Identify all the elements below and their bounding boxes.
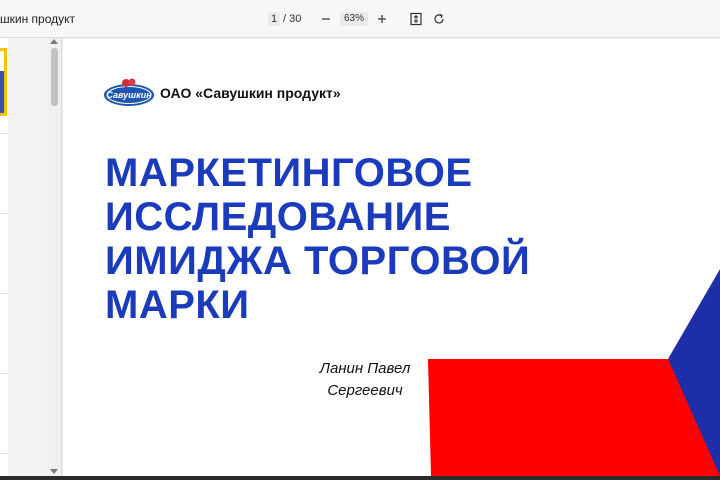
rotate-button[interactable]: [430, 10, 448, 28]
slide-title: МАРКЕТИНГОВОЕ ИССЛЕДОВАНИЕ ИМИДЖА ТОРГОВ…: [105, 151, 585, 327]
thumbnail-separator: [0, 293, 8, 294]
zoom-in-button[interactable]: [373, 10, 391, 28]
slide-page: Савушкин ОАО «Савушкин продукт» МАРКЕТИН…: [63, 39, 720, 476]
title-line: ИМИДЖА ТОРГОВОЙ: [105, 239, 531, 283]
document-title: шкин продукт: [0, 12, 76, 26]
page-number-input[interactable]: 1: [268, 12, 280, 26]
toolbar: шкин продукт 1 / 30 63%: [0, 0, 720, 38]
zoom-out-button[interactable]: [317, 10, 335, 28]
thumbnail-separator: [0, 213, 8, 214]
minus-icon: [322, 18, 330, 20]
thumbnail-page-1-content: [0, 51, 4, 71]
zoom-level[interactable]: 63%: [340, 12, 368, 26]
author-name: Ланин Павел Сергеевич: [285, 358, 445, 402]
thumbnail-strip: [0, 38, 8, 480]
title-line: МАРКИ: [105, 283, 250, 327]
scroll-up-icon[interactable]: [50, 39, 58, 44]
rotate-icon: [434, 13, 444, 24]
author-line: Ланин Павел: [319, 360, 411, 377]
company-name: ОАО «Савушкин продукт»: [160, 85, 341, 101]
scrollbar-thumb[interactable]: [51, 48, 58, 106]
plus-icon: [378, 15, 386, 23]
title-line: ИССЛЕДОВАНИЕ: [105, 195, 451, 239]
thumbnail-panel: [0, 38, 62, 480]
viewer-bottom-edge: [0, 476, 720, 480]
fit-page-icon: [410, 12, 422, 26]
logo-text: Савушкин: [106, 90, 152, 100]
fit-page-button[interactable]: [407, 10, 425, 28]
pdf-viewer: шкин продукт 1 / 30 63% Савушкин ОАО «Са…: [0, 0, 720, 480]
thumbnail-page-1[interactable]: [0, 48, 7, 116]
thumbnail-separator: [0, 453, 8, 454]
thumbnail-separator: [0, 133, 8, 134]
author-line: Сергеевич: [327, 382, 403, 399]
page-total: / 30: [283, 13, 302, 25]
scroll-down-icon[interactable]: [50, 469, 58, 474]
title-line: МАРКЕТИНГОВОЕ: [105, 151, 473, 195]
thumbnail-separator: [0, 373, 8, 374]
thumbnail-scrollbar[interactable]: [48, 38, 60, 480]
savushkin-logo: Савушкин: [104, 78, 154, 106]
